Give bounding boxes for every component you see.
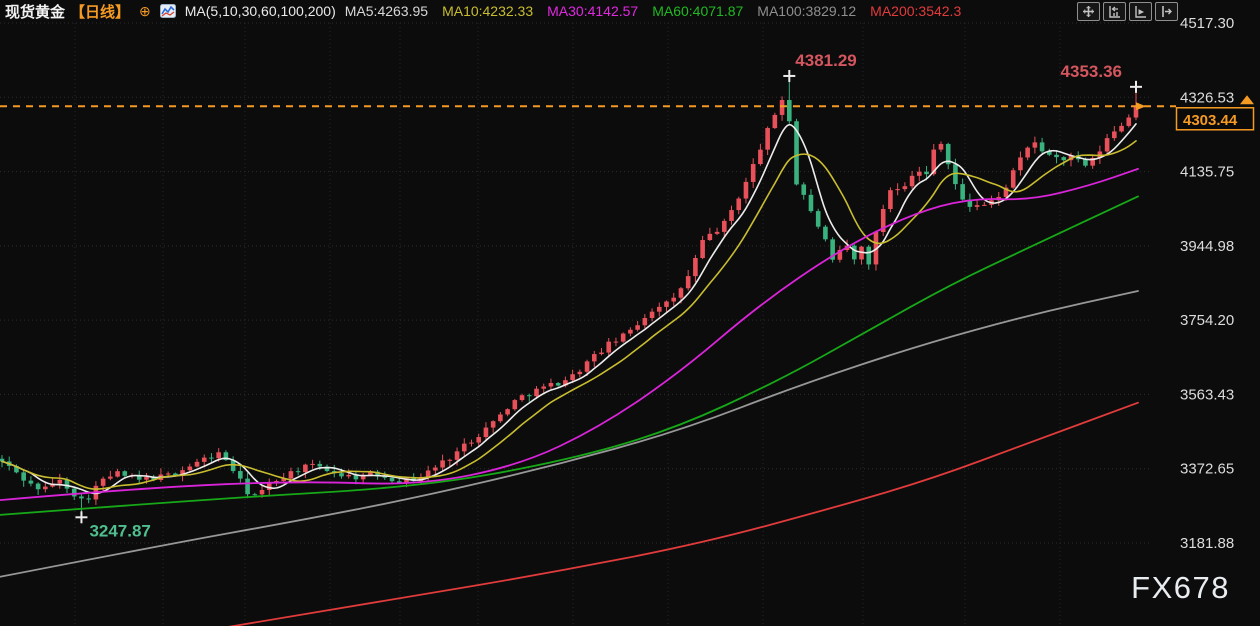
candlestick-chart[interactable]: 4517.30 4326.53 4135.75 3944.98 3754.20 3563.… xyxy=(0,0,1260,626)
svg-text:3563.43: 3563.43 xyxy=(1180,386,1234,403)
svg-text:4517.30: 4517.30 xyxy=(1180,15,1234,32)
ma-settings-icon[interactable] xyxy=(160,4,176,18)
scroll-right-icon[interactable] xyxy=(1129,2,1152,21)
svg-text:3181.88: 3181.88 xyxy=(1180,535,1234,552)
svg-text:3754.20: 3754.20 xyxy=(1180,312,1234,329)
trading-app: 4517.30 4326.53 4135.75 3944.98 3754.20 3563.… xyxy=(0,0,1260,626)
ma-legend-item: MA5:4263.95 xyxy=(345,3,428,19)
symbol-label: 现货黄金 xyxy=(5,1,65,22)
add-indicator-icon[interactable]: ⊕ xyxy=(139,4,151,18)
svg-text:4135.75: 4135.75 xyxy=(1180,164,1234,181)
svg-text:4353.36: 4353.36 xyxy=(1061,62,1122,81)
fx678-watermark: FX678 xyxy=(1131,570,1230,606)
ma-legend-item: MA10:4232.33 xyxy=(442,3,533,19)
svg-text:3247.87: 3247.87 xyxy=(89,521,150,540)
ma-legend-item: MA100:3829.12 xyxy=(757,3,856,19)
svg-text:3944.98: 3944.98 xyxy=(1180,238,1234,255)
svg-text:4303.44: 4303.44 xyxy=(1183,112,1238,129)
chart-header: 现货黄金 【日线】 ⊕ MA(5,10,30,60,100,200) MA5:4… xyxy=(0,0,961,22)
go-to-latest-icon[interactable] xyxy=(1155,2,1178,21)
scroll-left-icon[interactable] xyxy=(1103,2,1126,21)
pan-icon[interactable] xyxy=(1077,2,1100,21)
ma-legend-item: MA60:4071.87 xyxy=(652,3,743,19)
svg-text:3372.65: 3372.65 xyxy=(1180,461,1234,478)
ma-settings-label[interactable]: MA(5,10,30,60,100,200) xyxy=(185,3,336,19)
timeframe-label[interactable]: 【日线】 xyxy=(70,1,130,22)
ma-legend-item: MA200:3542.3 xyxy=(870,3,961,19)
ma-legend: MA5:4263.95 MA10:4232.33 MA30:4142.57 MA60:… xyxy=(345,3,961,19)
svg-text:4326.53: 4326.53 xyxy=(1180,89,1234,106)
svg-text:4381.29: 4381.29 xyxy=(795,51,856,70)
chart-toolbar xyxy=(1077,2,1178,21)
ma-legend-item: MA30:4142.57 xyxy=(547,3,638,19)
